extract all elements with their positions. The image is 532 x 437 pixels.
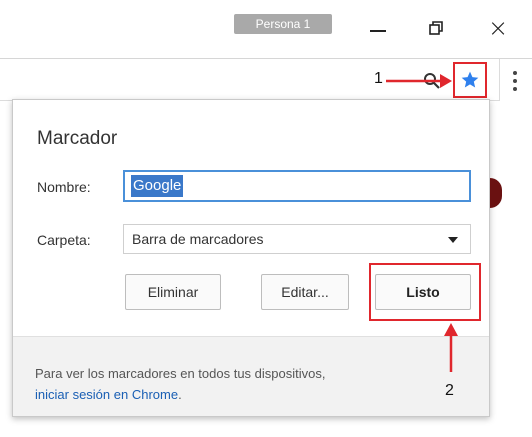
folder-select[interactable]: Barra de marcadores: [123, 224, 471, 254]
sync-message: Para ver los marcadores en todos tus dis…: [35, 363, 475, 405]
dialog-title: Marcador: [37, 128, 118, 149]
background-page-fragment: [490, 178, 502, 208]
bookmark-dialog: Marcador Nombre: Google Carpeta: Barra d…: [12, 99, 490, 417]
menu-dot: [513, 87, 517, 91]
remove-button[interactable]: Eliminar: [125, 274, 221, 310]
bookmark-name-value[interactable]: Google: [131, 175, 184, 197]
callout-arrow-1: [386, 74, 452, 88]
menu-dot: [513, 71, 517, 75]
minimize-icon: [370, 30, 386, 32]
profile-badge[interactable]: Persona 1: [234, 14, 332, 34]
window-titlebar: Persona 1 ×: [0, 0, 532, 58]
dropdown-caret-icon: [448, 237, 458, 243]
close-icon: ×: [487, 14, 509, 42]
signin-link[interactable]: iniciar sesión en Chrome: [35, 387, 178, 402]
close-button[interactable]: ×: [478, 10, 518, 46]
star-icon: [461, 71, 479, 88]
callout-arrow-2: [444, 323, 458, 372]
sync-period: .: [178, 387, 182, 402]
minimize-button[interactable]: [358, 10, 398, 46]
callout-number-2: 2: [445, 382, 454, 399]
bookmark-star-button[interactable]: [453, 62, 487, 98]
folder-label: Carpeta:: [37, 232, 91, 248]
chrome-menu-button[interactable]: [508, 68, 522, 94]
bookmark-name-input[interactable]: Google: [123, 170, 471, 202]
edit-button[interactable]: Editar...: [261, 274, 349, 310]
callout-number-1: 1: [374, 70, 383, 87]
restore-icon: [429, 21, 443, 35]
sync-footer: Para ver los marcadores en todos tus dis…: [13, 336, 489, 416]
restore-button[interactable]: [416, 10, 456, 46]
sync-text: Para ver los marcadores en todos tus dis…: [35, 366, 326, 381]
done-button[interactable]: Listo: [375, 274, 471, 310]
menu-dot: [513, 79, 517, 83]
name-label: Nombre:: [37, 179, 91, 195]
folder-value: Barra de marcadores: [132, 231, 264, 247]
